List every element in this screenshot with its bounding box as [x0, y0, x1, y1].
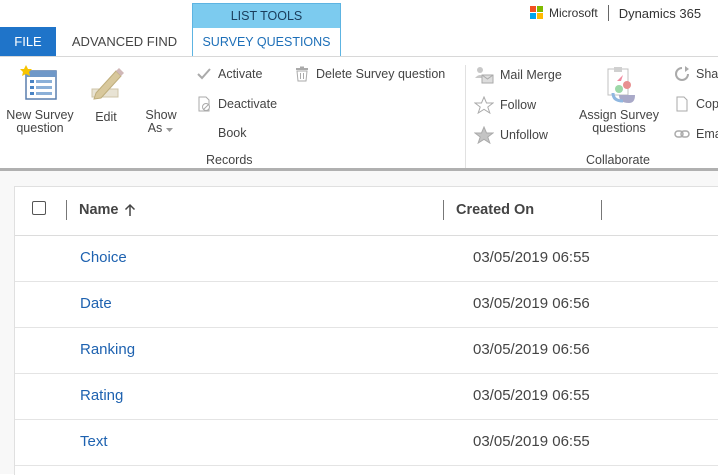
arrow-up-icon [124, 203, 135, 216]
records-group-label: Records [206, 153, 253, 167]
assign-label-line2: questions [592, 121, 646, 135]
activate-label: Activate [218, 67, 263, 81]
column-separator[interactable] [443, 200, 444, 220]
edit-label: Edit [95, 110, 117, 124]
table-row[interactable]: Choice 03/05/2019 06:55 [15, 235, 718, 282]
row-name-link[interactable]: Choice [80, 249, 127, 266]
column-header-name[interactable]: Name [79, 202, 136, 218]
new-record-icon [20, 65, 57, 100]
star-filled-icon [474, 126, 494, 144]
collaborate-group-label: Collaborate [586, 153, 650, 167]
table-row[interactable]: Text 03/05/2019 06:55 [15, 419, 718, 466]
tab-advanced-find[interactable]: ADVANCED FIND [57, 27, 192, 56]
row-name-link[interactable]: Text [80, 433, 108, 450]
share-label: Sha [696, 67, 718, 81]
new-survey-question-button[interactable]: New Survey question [4, 65, 76, 135]
follow-label: Follow [500, 98, 537, 112]
mail-merge-button[interactable]: Mail Merge [474, 66, 562, 84]
copy-icon [676, 96, 688, 112]
delete-label: Delete Survey question [316, 67, 446, 81]
email-link-button[interactable]: Ema [674, 126, 718, 142]
table-row[interactable]: Rating 03/05/2019 06:55 [15, 373, 718, 420]
book-label: Book [218, 126, 247, 140]
share-icon [675, 66, 689, 81]
column-header-created-on[interactable]: Created On [456, 202, 534, 218]
tab-survey-questions[interactable]: SURVEY QUESTIONS [193, 28, 340, 56]
email-label: Ema [696, 127, 718, 141]
deactivate-button[interactable]: Deactivate [196, 96, 277, 112]
tab-file[interactable]: FILE [0, 27, 56, 56]
top-bar: Microsoft Dynamics 365 FILE ADVANCED FIN… [0, 0, 718, 56]
delete-button[interactable]: Delete Survey question [294, 66, 445, 82]
brand-company: Microsoft [549, 6, 598, 20]
brand-area: Microsoft Dynamics 365 [530, 4, 701, 22]
brand-divider [607, 5, 609, 21]
row-created-on: 03/05/2019 06:55 [473, 249, 590, 266]
row-created-on: 03/05/2019 06:56 [473, 295, 590, 312]
row-name-link[interactable]: Date [80, 295, 112, 312]
row-created-on: 03/05/2019 06:55 [473, 387, 590, 404]
edit-button[interactable]: Edit [84, 65, 128, 124]
trash-icon [296, 66, 308, 82]
ribbon-divider [465, 65, 466, 169]
assign-survey-questions-button[interactable]: Assign Survey questions [574, 65, 664, 135]
list-tools-group: LIST TOOLS SURVEY QUESTIONS [192, 3, 341, 56]
mail-merge-icon [475, 67, 494, 84]
row-created-on: 03/05/2019 06:55 [473, 433, 590, 450]
link-icon [674, 130, 690, 138]
activate-button[interactable]: Activate [196, 66, 262, 82]
unfollow-label: Unfollow [500, 128, 548, 142]
deactivate-label: Deactivate [218, 97, 278, 111]
column-separator[interactable] [601, 200, 602, 220]
row-name-link[interactable]: Rating [80, 387, 123, 404]
share-button[interactable]: Sha [674, 66, 718, 82]
survey-questions-grid: Name Created On Choice 03/05/2019 06:55 Da… [14, 186, 718, 475]
star-outline-icon [474, 96, 494, 114]
deactivate-icon [198, 96, 210, 112]
show-as-label-line2: As [147, 121, 163, 135]
copy-label: Cop [696, 97, 718, 111]
copy-link-button[interactable]: Cop [674, 96, 718, 112]
table-row[interactable]: Date 03/05/2019 06:56 [15, 281, 718, 328]
follow-button[interactable]: Follow [474, 96, 536, 114]
row-created-on: 03/05/2019 06:56 [473, 341, 590, 358]
chevron-down-icon [166, 127, 174, 132]
brand-product: Dynamics 365 [618, 5, 702, 21]
book-button[interactable]: Book [218, 126, 247, 140]
grid-area: Name Created On Choice 03/05/2019 06:55 Da… [0, 171, 718, 475]
column-name-label: Name [79, 202, 119, 218]
select-all-checkbox[interactable] [32, 201, 46, 215]
checkmark-icon [197, 68, 211, 80]
edit-pencil-icon [91, 68, 124, 100]
row-name-link[interactable]: Ranking [80, 341, 135, 358]
ribbon: New Survey question Edit Show As Activat… [0, 56, 718, 170]
unfollow-button[interactable]: Unfollow [474, 126, 548, 144]
show-as-button[interactable]: Show As [138, 109, 184, 135]
mail-merge-label: Mail Merge [500, 68, 562, 82]
microsoft-logo-icon [530, 6, 544, 20]
list-tools-header: LIST TOOLS [193, 4, 340, 28]
grid-header: Name Created On [15, 187, 718, 236]
new-label-line2: question [16, 121, 64, 135]
table-row[interactable]: Ranking 03/05/2019 06:56 [15, 327, 718, 374]
column-separator[interactable] [66, 200, 67, 220]
assign-icon [607, 67, 635, 103]
